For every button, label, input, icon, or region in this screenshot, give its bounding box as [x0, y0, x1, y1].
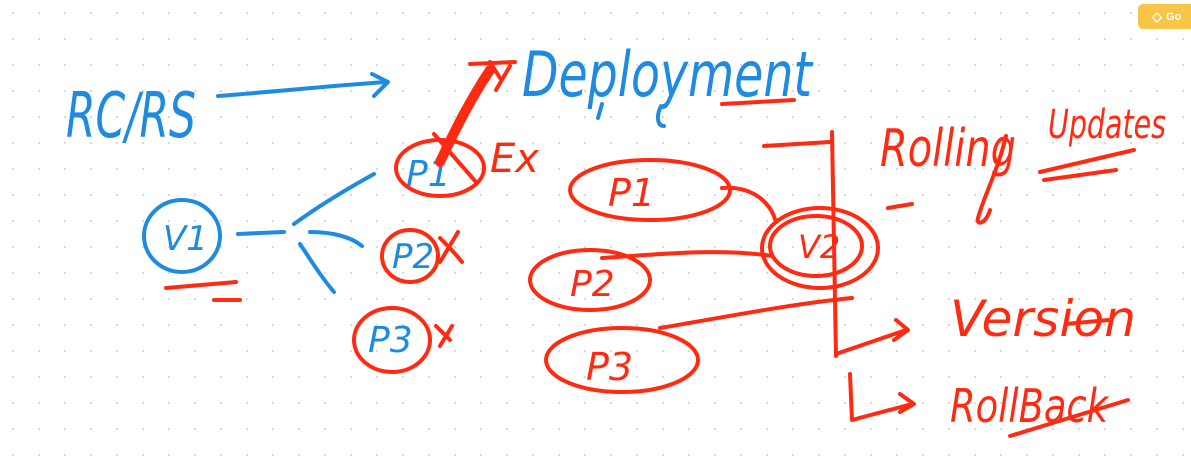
link-p2-v2: [600, 250, 774, 260]
red-pointer-to-deployment: [435, 65, 495, 167]
ex-label: Ex: [490, 136, 539, 182]
whiteboard-canvas[interactable]: RC/RS V1 P1 P2 P3 Deployment Ex P1 P2 P3…: [0, 0, 1191, 466]
upgrade-badge-label: Go: [1166, 10, 1182, 23]
timeline-vertical: [830, 130, 838, 358]
gem-icon: ◇: [1152, 8, 1162, 24]
red-pod-p2: P2: [570, 264, 615, 305]
version-arrow: [834, 318, 910, 356]
branch-to-p2: [308, 230, 364, 248]
red-pod-p3: P3: [586, 345, 633, 389]
branch-to-p1: [292, 172, 376, 226]
cross-blue-p3: [434, 324, 454, 348]
updates-underline-2: [1042, 168, 1118, 182]
red-pod-p1: P1: [608, 171, 655, 215]
link-p3-v2: [658, 296, 854, 330]
v1-label: V1: [163, 219, 208, 259]
blue-pod-p3: P3: [368, 320, 413, 361]
rollback-label: RollBack: [950, 379, 1110, 433]
rc-rs-arrow: [216, 72, 390, 98]
v1-connector: [236, 230, 286, 236]
upgrade-badge[interactable]: ◇ Go: [1138, 4, 1191, 29]
rollback-arrow: [848, 372, 916, 422]
rolling-dash: [886, 202, 914, 210]
blue-pod-p2: P2: [392, 237, 434, 277]
branch-to-p3: [298, 242, 336, 294]
timeline-top-tick: [762, 140, 832, 148]
rc-rs-label: RC/RS: [66, 79, 196, 152]
updates-label: Updates: [1048, 102, 1166, 148]
red-underline-v1a: [164, 280, 238, 290]
cross-blue-p2: [438, 230, 464, 264]
updates-underline-1: [1038, 148, 1136, 174]
